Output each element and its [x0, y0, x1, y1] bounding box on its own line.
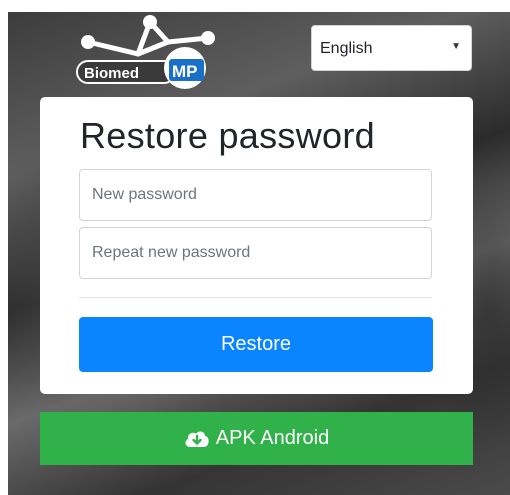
- logo-text-mp: MP: [172, 62, 198, 81]
- apk-android-button[interactable]: APK Android: [40, 412, 473, 465]
- biomedmp-logo[interactable]: Biomed MP: [68, 14, 228, 94]
- cloud-download-icon: [184, 429, 210, 449]
- restore-password-card: Restore password Restore: [40, 97, 473, 394]
- logo-text-biomed: Biomed: [84, 65, 139, 82]
- language-selected-value: English: [320, 40, 373, 57]
- chevron-down-icon: ▼: [451, 41, 461, 52]
- repeat-password-input[interactable]: [79, 227, 432, 279]
- page-title: Restore password: [80, 115, 375, 156]
- divider: [79, 297, 432, 298]
- new-password-input[interactable]: [79, 169, 432, 221]
- restore-button[interactable]: Restore: [79, 317, 433, 372]
- language-select[interactable]: English ▼: [311, 25, 472, 71]
- apk-android-label: APK Android: [215, 427, 330, 449]
